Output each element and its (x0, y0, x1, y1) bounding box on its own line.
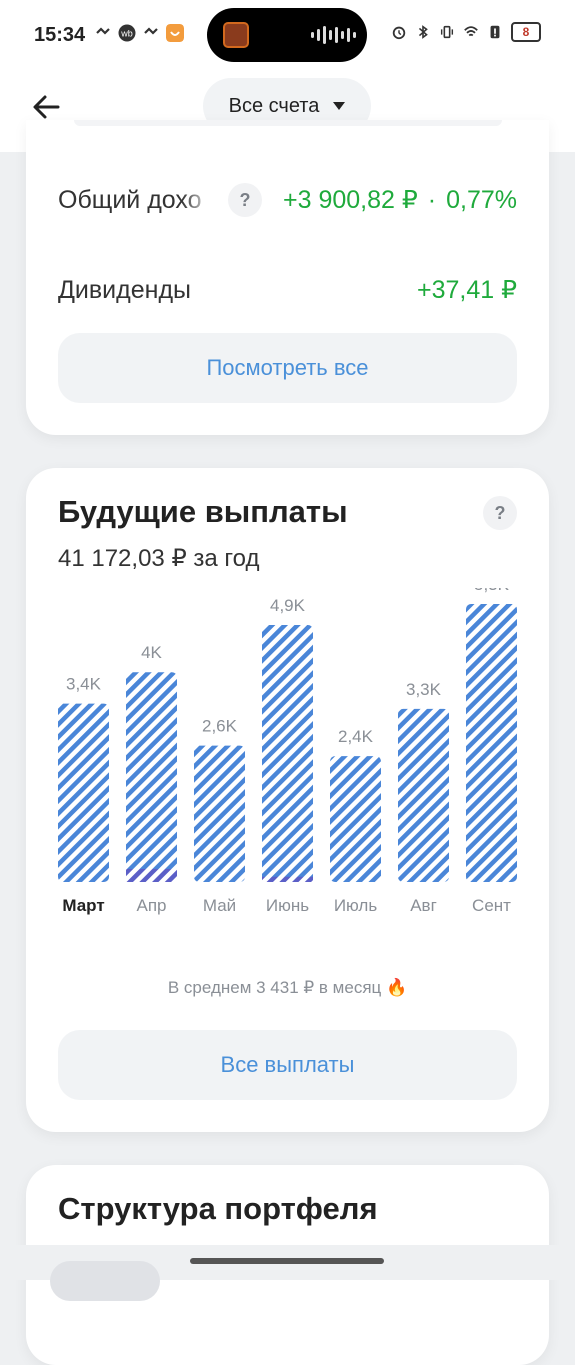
wb-icon: wb (118, 24, 136, 42)
album-art (223, 22, 249, 48)
bar-Июнь[interactable] (262, 624, 313, 882)
media-pill[interactable] (207, 8, 367, 62)
month-label[interactable]: Май (203, 896, 236, 915)
bar-Апр[interactable] (126, 672, 177, 882)
view-all-button[interactable]: Посмотреть все (58, 333, 517, 403)
bar-secondary-Апр (126, 868, 177, 882)
status-right-icons: 8 (391, 22, 541, 42)
tab-selected-pill[interactable] (50, 1261, 160, 1301)
account-selector-label: Все счета (228, 94, 320, 117)
month-label[interactable]: Июль (334, 896, 378, 915)
heart-wave-icon (96, 27, 110, 35)
bar-value-label: 2,6K (202, 717, 238, 736)
bar-Сент[interactable] (466, 604, 517, 882)
bar-Май[interactable] (194, 745, 245, 882)
status-time: 15:34 (34, 24, 86, 46)
total-income-percent: 0,77% (446, 185, 517, 214)
bar-secondary-Июнь (262, 876, 313, 882)
dividends-row: Дивиденды +37,41 ₽ (58, 270, 517, 310)
orange-app-icon (166, 24, 184, 42)
total-income-row: Общий дохо ? +3 900,82 ₽ · 0,77% (58, 180, 517, 220)
help-icon[interactable]: ? (228, 183, 262, 217)
vibrate-icon (440, 25, 454, 39)
month-label[interactable]: Март (62, 896, 104, 915)
future-payments-card: Будущие выплаты ? 41 172,03 ₽ за год 3,4… (26, 468, 549, 1132)
month-label[interactable]: Сент (472, 896, 511, 915)
month-label[interactable]: Авг (410, 896, 437, 915)
total-income-label: Общий дохо (58, 185, 202, 214)
bar-value-label: 3,4K (66, 675, 102, 694)
total-income-value: +3 900,82 ₽ (283, 186, 418, 214)
bar-value-label: 5,3K (474, 588, 510, 594)
card-edge (74, 120, 502, 126)
bar-Авг[interactable] (398, 708, 449, 882)
audio-wave-icon (311, 25, 356, 45)
portfolio-structure-title: Структура портфеля (58, 1191, 378, 1226)
help-icon[interactable]: ? (483, 496, 517, 530)
future-payments-total: 41 172,03 ₽ за год (58, 545, 260, 572)
dividends-value: +37,41 ₽ (416, 276, 517, 304)
value-separator: · (427, 185, 437, 214)
battery-indicator: 8 (511, 22, 541, 42)
bar-value-label: 4,9K (270, 596, 306, 615)
income-summary-card: Общий дохо ? +3 900,82 ₽ · 0,77% Дивиден… (26, 120, 549, 435)
month-label[interactable]: Июнь (266, 896, 309, 915)
bar-value-label: 4K (141, 643, 162, 662)
heart-wave-icon (144, 27, 158, 35)
bar-value-label: 2,4K (338, 727, 374, 746)
alert-icon (490, 25, 500, 39)
all-payments-button[interactable]: Все выплаты (58, 1030, 517, 1100)
bar-Июль[interactable] (330, 756, 381, 882)
svg-text:wb: wb (120, 29, 133, 39)
status-app-icons: wb (94, 24, 184, 42)
home-indicator[interactable] (190, 1258, 384, 1264)
status-bar: 15:34 wb 8 (0, 0, 575, 70)
bluetooth-icon (418, 25, 428, 39)
payments-bar-chart: 3,4K Март 4K Апр 2,6K Май 4,9K Июнь 2,4K Июль 3,3K… (58, 588, 517, 915)
caret-down-icon (333, 102, 346, 110)
bar-value-label: 3,3K (406, 680, 442, 699)
bar-Март[interactable] (58, 703, 109, 882)
back-arrow-icon[interactable] (30, 90, 64, 124)
future-payments-title: Будущие выплаты (58, 494, 348, 529)
average-payment-text: В среднем 3 431 ₽ в месяц 🔥 (167, 978, 408, 997)
wifi-icon (464, 26, 478, 37)
month-label[interactable]: Апр (137, 896, 167, 915)
dividends-label: Дивиденды (58, 275, 191, 304)
alarm-icon (392, 26, 406, 40)
